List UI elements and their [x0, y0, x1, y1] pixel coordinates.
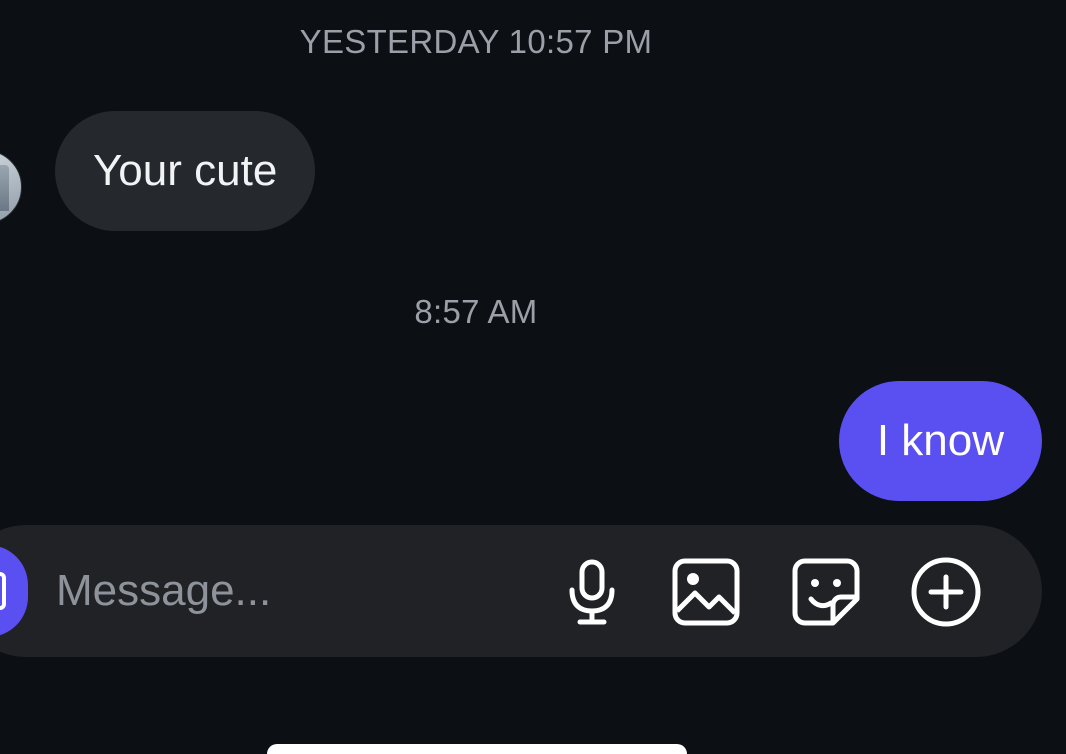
sticker-button[interactable]: [786, 552, 866, 632]
sticker-icon: [792, 558, 860, 626]
outgoing-message-text: I know: [876, 416, 1004, 465]
incoming-message-text: Your cute: [93, 146, 278, 195]
message-input[interactable]: [56, 556, 496, 626]
avatar-photo: [0, 165, 9, 211]
sender-avatar[interactable]: [0, 150, 22, 224]
microphone-icon: [569, 559, 615, 625]
camera-icon: [0, 572, 6, 610]
timestamp-yesterday: YESTERDAY 10:57 PM: [299, 23, 653, 60]
timestamp-today: 8:57 AM: [414, 293, 538, 330]
outgoing-message-bubble[interactable]: I know: [838, 381, 1042, 501]
more-options-button[interactable]: [906, 552, 986, 632]
chat-screen: YESTERDAY 10:57 PM Your cute 8:57 AM I k…: [0, 0, 1066, 754]
microphone-button[interactable]: [552, 552, 632, 632]
plus-icon: [911, 557, 981, 627]
gallery-icon: [672, 558, 740, 626]
gallery-button[interactable]: [666, 552, 746, 632]
incoming-message-bubble[interactable]: Your cute: [55, 111, 316, 231]
home-indicator[interactable]: [267, 744, 687, 754]
